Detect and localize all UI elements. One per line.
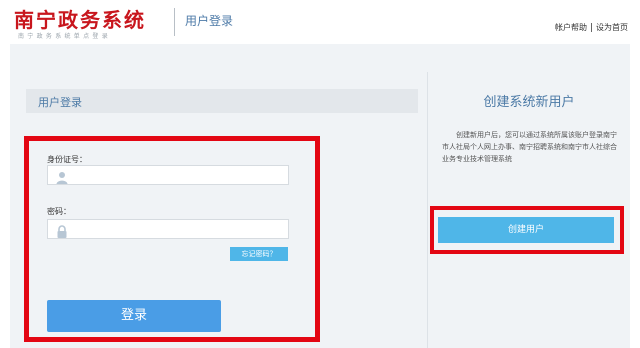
header-divider (174, 8, 175, 36)
id-number-label: 身份证号： (47, 155, 87, 164)
brand-logo: 南宁政务系统 南宁政务系统单点登录 (14, 4, 174, 40)
password-label: 密码： (47, 207, 71, 216)
password-input[interactable] (47, 219, 289, 239)
login-panel-header: 用户登录 (26, 89, 418, 113)
create-user-button[interactable]: 创建用户 (438, 217, 614, 243)
header: 南宁政务系统 南宁政务系统单点登录 用户登录 帐户帮助 设为首页 (0, 0, 640, 44)
user-icon (56, 169, 68, 184)
top-links: 帐户帮助 设为首页 (555, 22, 628, 33)
lock-icon (56, 223, 68, 238)
set-homepage-link[interactable]: 设为首页 (596, 22, 628, 33)
brand-subtitle: 南宁政务系统单点登录 (18, 33, 112, 40)
brand-title: 南宁政务系统 (14, 8, 146, 32)
panel-divider (427, 72, 428, 348)
register-description: 创建新用户后，您可以通过系统所属该账户登录南宁市人社局个人网上办事、南宁招聘系统… (442, 131, 617, 163)
login-panel-title: 用户登录 (38, 96, 82, 109)
forgot-password-button[interactable]: 忘记密码？ (230, 247, 288, 261)
register-title: 创建系统新用户 (483, 95, 575, 110)
account-help-link[interactable]: 帐户帮助 (555, 22, 587, 33)
link-separator (591, 23, 592, 32)
login-button[interactable]: 登录 (47, 300, 221, 332)
page-title: 用户登录 (185, 14, 234, 28)
id-number-input[interactable] (47, 165, 289, 185)
